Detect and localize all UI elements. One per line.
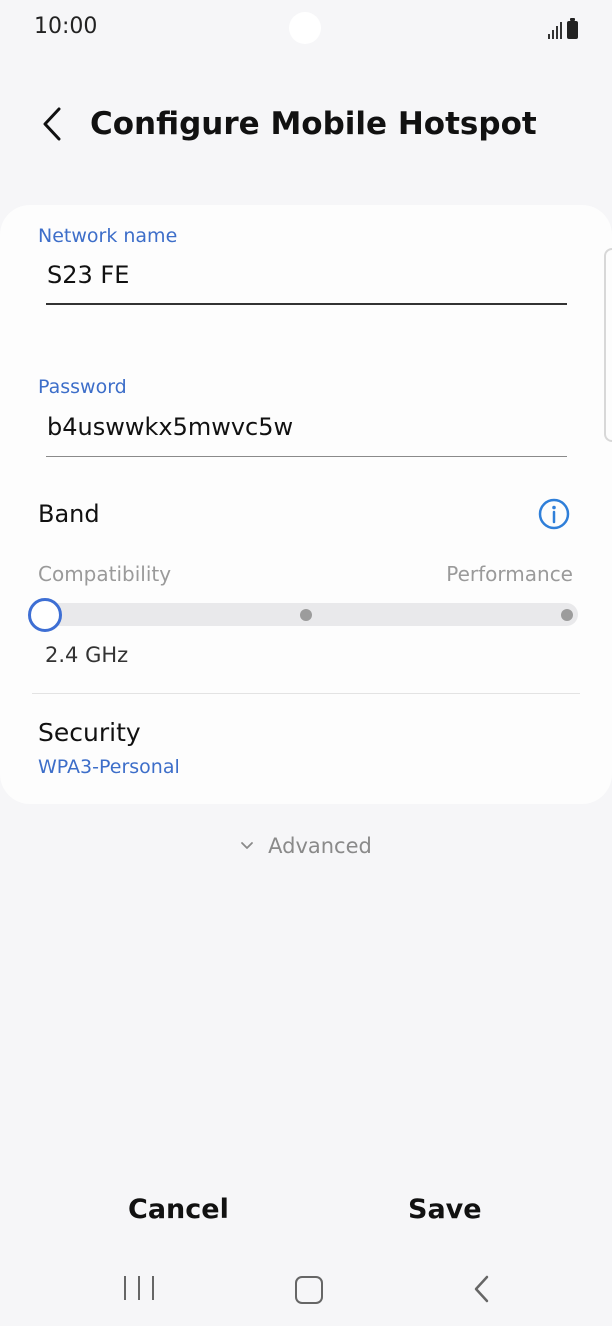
network-name-input[interactable] (47, 261, 567, 289)
status-icons (548, 17, 578, 39)
network-name-label: Network name (38, 225, 178, 247)
info-icon[interactable] (537, 497, 571, 531)
password-underline (46, 456, 567, 457)
band-slider-tick-right[interactable] (561, 609, 573, 621)
page-title: Configure Mobile Hotspot (90, 106, 537, 142)
divider (32, 693, 580, 694)
network-name-underline (46, 303, 567, 305)
security-label: Security (38, 718, 141, 747)
password-input[interactable] (47, 413, 567, 441)
status-time: 10:00 (34, 14, 98, 39)
home-icon[interactable] (295, 1276, 323, 1304)
advanced-label: Advanced (268, 834, 372, 858)
nav-back-icon[interactable] (468, 1274, 498, 1304)
cancel-button[interactable]: Cancel (110, 1188, 247, 1231)
back-arrow-icon (43, 107, 61, 141)
recents-icon[interactable] (124, 1276, 154, 1302)
band-slider-thumb[interactable] (28, 598, 62, 632)
chevron-down-icon (241, 842, 254, 849)
advanced-toggle[interactable]: Advanced (0, 834, 612, 858)
band-compatibility-label: Compatibility (38, 562, 172, 586)
band-slider-tick-middle[interactable] (300, 609, 312, 621)
back-button[interactable] (32, 102, 72, 146)
camera-cutout (289, 12, 321, 44)
scroll-indicator[interactable] (604, 248, 612, 442)
band-label: Band (38, 500, 100, 528)
password-label: Password (38, 376, 127, 398)
security-value: WPA3-Personal (38, 756, 180, 778)
signal-icon (548, 21, 562, 39)
battery-icon (567, 18, 578, 39)
band-performance-label: Performance (446, 562, 573, 586)
save-button[interactable]: Save (390, 1188, 500, 1231)
band-value: 2.4 GHz (45, 643, 129, 667)
